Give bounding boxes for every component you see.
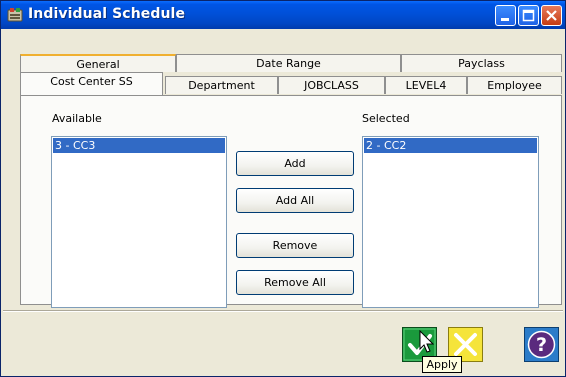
tab-level4[interactable]: LEVEL4 (385, 76, 467, 94)
mouse-cursor-icon (419, 330, 435, 353)
selected-listbox[interactable]: 2 - CC2 (362, 136, 539, 308)
help-button[interactable]: ? (524, 327, 559, 362)
tab-general[interactable]: General (20, 54, 176, 72)
selected-label: Selected (362, 112, 410, 125)
tab-cost-center-ss-label: Cost Center SS (50, 75, 133, 88)
add-button[interactable]: Add (236, 151, 354, 176)
tab-panel-cost-center-ss: Available 3 - CC3 Selected 2 - CC2 Add A… (20, 95, 562, 308)
tab-row-back: General Date Range Payclass (20, 54, 562, 72)
maximize-icon (522, 9, 535, 22)
tab-department[interactable]: Department (165, 76, 278, 94)
tab-cost-center-ss[interactable]: Cost Center SS (20, 72, 163, 96)
footer-separator (3, 310, 563, 312)
list-item[interactable]: 3 - CC3 (53, 138, 225, 153)
tab-level4-label: LEVEL4 (405, 79, 447, 92)
close-button[interactable] (541, 5, 562, 26)
minimize-icon (501, 18, 509, 21)
maximize-button[interactable] (518, 5, 539, 26)
individual-schedule-window: Individual Schedule General Date Range P… (0, 0, 566, 377)
tab-employee[interactable]: Employee (467, 76, 562, 94)
remove-all-button[interactable]: Remove All (236, 270, 354, 295)
tab-employee-label: Employee (487, 79, 542, 92)
question-icon: ? (536, 334, 547, 356)
apply-tooltip: Apply (422, 356, 462, 373)
window-title: Individual Schedule (28, 6, 186, 22)
app-icon (7, 8, 23, 22)
tab-date-range[interactable]: Date Range (176, 54, 401, 72)
tab-general-label: General (76, 58, 120, 71)
list-item[interactable]: 2 - CC2 (364, 138, 537, 153)
tab-jobclass-label: JOBCLASS (304, 79, 359, 92)
close-icon (546, 10, 557, 21)
title-bar[interactable]: Individual Schedule (1, 1, 565, 29)
available-listbox[interactable]: 3 - CC3 (51, 136, 227, 308)
minimize-button[interactable] (495, 5, 516, 26)
available-label: Available (52, 112, 102, 125)
tab-department-label: Department (188, 79, 255, 92)
add-all-button[interactable]: Add All (236, 188, 354, 213)
tab-payclass[interactable]: Payclass (401, 54, 562, 72)
tab-payclass-label: Payclass (458, 57, 505, 70)
remove-button[interactable]: Remove (236, 233, 354, 258)
tab-row-front: Cost Center SS Department JOBCLASS LEVEL… (20, 72, 562, 96)
tab-date-range-label: Date Range (256, 57, 321, 70)
tab-jobclass[interactable]: JOBCLASS (278, 76, 385, 94)
